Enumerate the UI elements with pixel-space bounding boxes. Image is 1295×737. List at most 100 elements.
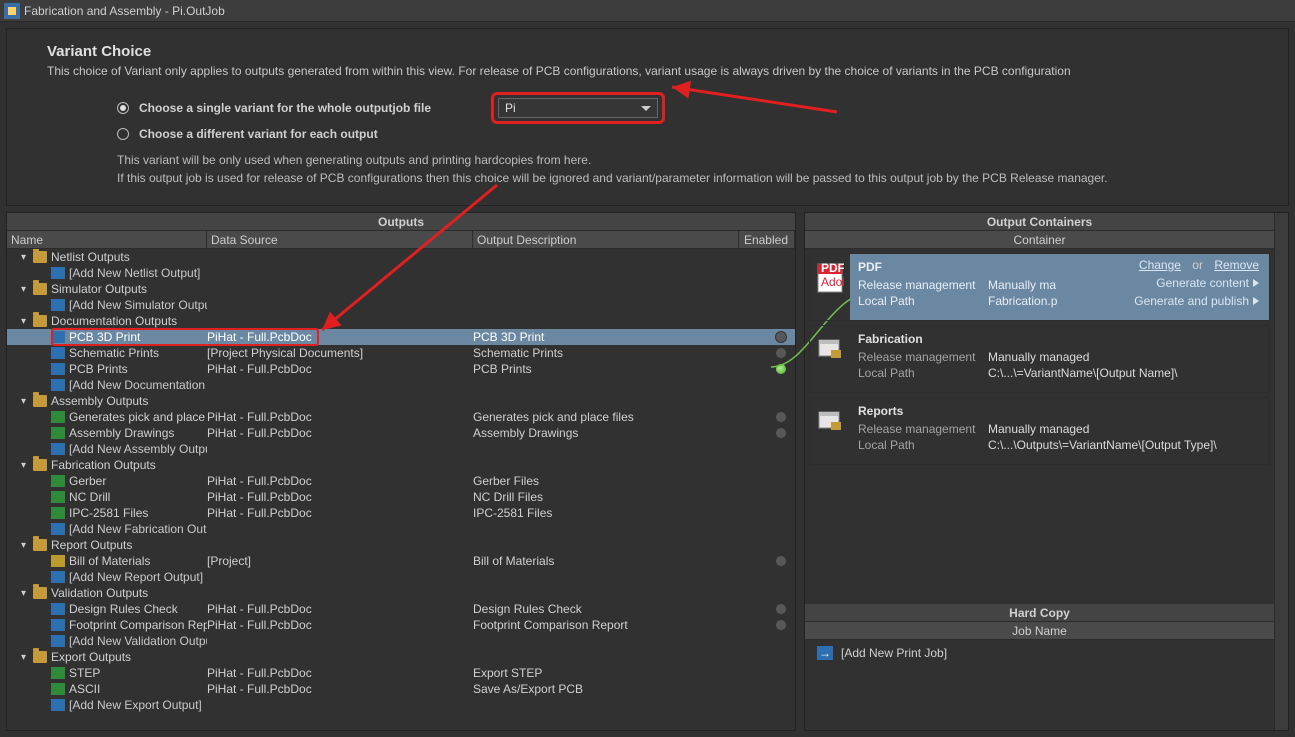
variant-heading: Variant Choice (47, 43, 1264, 60)
enabled-dot[interactable] (775, 411, 787, 423)
document-icon (51, 683, 65, 695)
add-print-job[interactable]: → [Add New Print Job] (805, 640, 1274, 666)
container-card-pdf[interactable]: PDFAdobePDFRelease managementManually ma… (809, 253, 1270, 321)
caret-down-icon[interactable]: ▾ (21, 396, 29, 407)
output-row[interactable]: PCB 3D PrintPiHat - Full.PcbDocPCB 3D Pr… (7, 329, 795, 345)
caret-down-icon[interactable]: ▾ (21, 652, 29, 663)
generate-content-link[interactable]: Generate content (1156, 276, 1249, 290)
output-group[interactable]: ▾Report Outputs (7, 537, 795, 553)
output-row[interactable]: Footprint Comparison ReportPiHat - Full.… (7, 617, 795, 633)
lp-label: Local Path (858, 294, 988, 308)
caret-down-icon[interactable]: ▾ (21, 460, 29, 471)
remove-link[interactable]: Remove (1214, 258, 1259, 272)
lp-label: Local Path (858, 366, 988, 380)
output-group[interactable]: ▾Validation Outputs (7, 585, 795, 601)
plus-icon (51, 635, 65, 647)
col-enabled[interactable]: Enabled (739, 231, 795, 248)
enabled-dot[interactable] (775, 555, 787, 567)
folder-icon (816, 334, 844, 362)
output-row[interactable]: STEPPiHat - Full.PcbDocExport STEP (7, 665, 795, 681)
output-group[interactable]: ▾Simulator Outputs (7, 281, 795, 297)
enabled-dot[interactable] (775, 619, 787, 631)
col-data-source[interactable]: Data Source (207, 231, 473, 248)
output-row[interactable]: Bill of Materials[Project]Bill of Materi… (7, 553, 795, 569)
plus-icon (51, 299, 65, 311)
enabled-dot[interactable] (775, 603, 787, 615)
hardcopy-sub: Job Name (805, 622, 1274, 640)
variant-dropdown[interactable]: Pi (498, 98, 658, 118)
folder-icon (33, 651, 47, 663)
col-name[interactable]: Name (7, 231, 207, 248)
output-row[interactable]: GerberPiHat - Full.PcbDocGerber Files (7, 473, 795, 489)
add-output[interactable]: [Add New Assembly Output] (7, 441, 795, 457)
add-output[interactable]: [Add New Documentation Output] (7, 377, 795, 393)
output-row[interactable]: Assembly DrawingsPiHat - Full.PcbDocAsse… (7, 425, 795, 441)
add-output[interactable]: [Add New Fabrication Output] (7, 521, 795, 537)
output-row[interactable]: Schematic Prints[Project Physical Docume… (7, 345, 795, 361)
output-group[interactable]: ▾Export Outputs (7, 649, 795, 665)
output-data-source: PiHat - Full.PcbDoc (207, 618, 473, 632)
radio-single-label: Choose a single variant for the whole ou… (139, 101, 431, 115)
variant-description: This choice of Variant only applies to o… (47, 64, 1264, 78)
output-description: Assembly Drawings (473, 426, 739, 440)
caret-down-icon[interactable]: ▾ (21, 540, 29, 551)
output-row[interactable]: Generates pick and place filesPiHat - Fu… (7, 409, 795, 425)
caret-down-icon[interactable]: ▾ (21, 252, 29, 263)
containers-body[interactable]: PDFAdobePDFRelease managementManually ma… (805, 249, 1274, 604)
add-output[interactable]: [Add New Simulator Output] (7, 297, 795, 313)
output-group[interactable]: ▾ Netlist Outputs (7, 249, 795, 265)
output-row[interactable]: Design Rules CheckPiHat - Full.PcbDocDes… (7, 601, 795, 617)
radio-single-variant[interactable] (117, 102, 129, 114)
document-icon (51, 363, 65, 375)
add-output[interactable]: [Add New Validation Output] (7, 633, 795, 649)
container-card-reports[interactable]: ReportsRelease managementManually manage… (809, 397, 1270, 465)
document-icon (51, 475, 65, 487)
output-row[interactable]: NC DrillPiHat - Full.PcbDocNC Drill File… (7, 489, 795, 505)
folder-icon (816, 406, 844, 434)
add-output[interactable]: [Add New Export Output] (7, 697, 795, 713)
output-name: Assembly Drawings (69, 426, 174, 440)
generate-publish-link[interactable]: Generate and publish (1134, 294, 1249, 308)
output-description: Design Rules Check (473, 602, 739, 616)
variant-dropdown-value: Pi (505, 101, 516, 115)
output-description: Schematic Prints (473, 346, 739, 360)
output-group[interactable]: ▾Fabrication Outputs (7, 457, 795, 473)
folder-icon (33, 539, 47, 551)
document-icon (51, 507, 65, 519)
rm-value: Manually managed (988, 350, 1089, 364)
title-bar: Fabrication and Assembly - Pi.OutJob (0, 0, 1295, 22)
radio-each-variant[interactable] (117, 128, 129, 140)
output-row[interactable]: IPC-2581 FilesPiHat - Full.PcbDocIPC-258… (7, 505, 795, 521)
enabled-dot[interactable] (775, 347, 787, 359)
change-link[interactable]: Change (1139, 258, 1181, 272)
output-description: Bill of Materials (473, 554, 739, 568)
enabled-dot[interactable] (775, 427, 787, 439)
group-label: Netlist Outputs (51, 250, 130, 264)
caret-down-icon[interactable]: ▾ (21, 316, 29, 327)
outputs-body[interactable]: ▾ Netlist Outputs[Add New Netlist Output]… (7, 249, 795, 730)
output-group[interactable]: ▾Documentation Outputs (7, 313, 795, 329)
app-icon (4, 3, 20, 19)
caret-down-icon[interactable]: ▾ (21, 588, 29, 599)
output-group[interactable]: ▾Assembly Outputs (7, 393, 795, 409)
caret-down-icon[interactable]: ▾ (21, 284, 29, 295)
container-card-fabrication[interactable]: FabricationRelease managementManually ma… (809, 325, 1270, 393)
output-name: Generates pick and place files (69, 410, 207, 424)
outputs-columns: Name Data Source Output Description Enab… (7, 231, 795, 249)
output-name: Bill of Materials (69, 554, 150, 568)
enabled-dot[interactable] (775, 363, 787, 375)
scrollbar[interactable] (1274, 213, 1288, 730)
hardcopy-title: Hard Copy (805, 604, 1274, 622)
output-data-source: PiHat - Full.PcbDoc (207, 490, 473, 504)
folder-icon (33, 315, 47, 327)
output-data-source: [Project] (207, 554, 473, 568)
add-output[interactable]: [Add New Report Output] (7, 569, 795, 585)
lp-value: C:\...\=VariantName\[Output Name]\ (988, 366, 1178, 380)
enabled-dot[interactable] (775, 331, 787, 343)
add-output[interactable]: [Add New Netlist Output] (7, 265, 795, 281)
outputs-panel: Outputs Name Data Source Output Descript… (6, 212, 796, 731)
output-row[interactable]: PCB PrintsPiHat - Full.PcbDocPCB Prints (7, 361, 795, 377)
document-icon (51, 347, 65, 359)
output-row[interactable]: ASCIIPiHat - Full.PcbDocSave As/Export P… (7, 681, 795, 697)
col-description[interactable]: Output Description (473, 231, 739, 248)
